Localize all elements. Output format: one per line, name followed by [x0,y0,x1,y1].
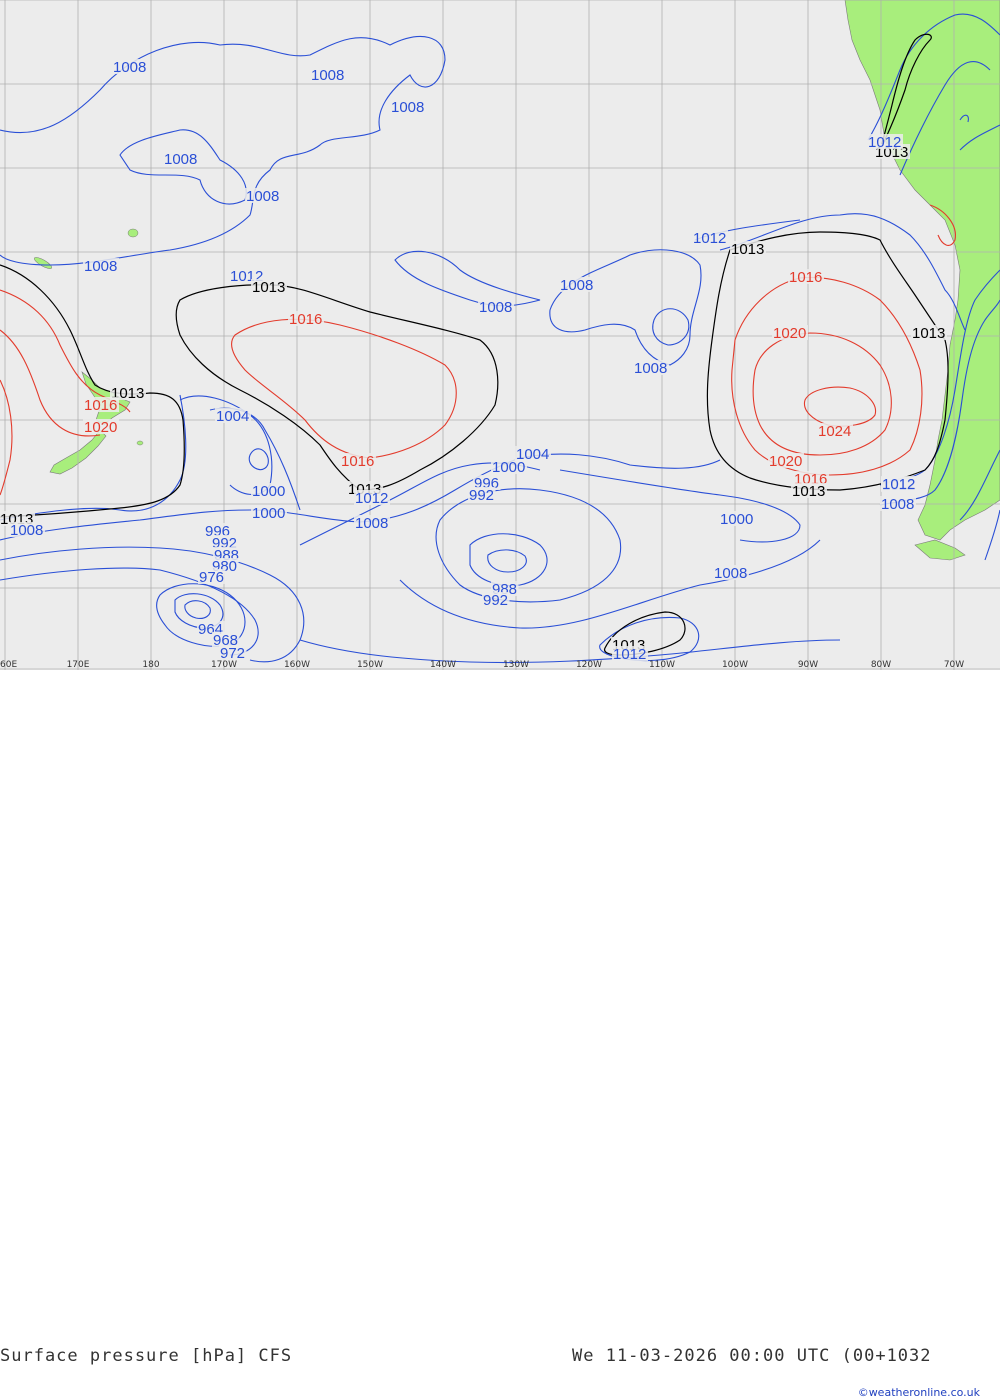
longitude-tick-label: 180 [142,660,159,670]
isobar-label: 1008 [479,299,512,316]
pressure-map: 1008 100810081008100810081012101310161008… [0,0,1000,670]
isobar-label: 992 [469,487,494,504]
isobar-label: 1024 [818,423,851,440]
isobar-label: 1008 [164,151,197,168]
longitude-tick-label: 70W [944,660,964,670]
footer: Surface pressure [hPa] CFS We 11-03-2026… [0,670,1000,1399]
longitude-tick-label: 100W [722,660,748,670]
longitude-tick-label: 90W [798,660,818,670]
isobar-label: 1008 [714,565,747,582]
longitude-tick-label: 170W [211,660,237,670]
isobar-label: 1013 [252,279,285,296]
isobar-label: 1012 [868,134,901,151]
isobar-label: 1012 [355,490,388,507]
isobar-label: 1016 [289,311,322,328]
isobar-label: 1008 [246,188,279,205]
isobar-label: 1020 [773,325,806,342]
longitude-tick-label: 130W [503,660,529,670]
longitude-tick-label: 120W [576,660,602,670]
map-title: Surface pressure [hPa] CFS [0,1346,293,1366]
isobar-label: 1008 [560,277,593,294]
isobar-label: 1016 [341,453,374,470]
isobar-label: 1020 [84,419,117,436]
isobar-label: 1008 [634,360,667,377]
isobar-label: 976 [199,569,224,586]
island-chatham [136,440,144,446]
longitude-tick-label: 80W [871,660,891,670]
isobar-label: 1013 [792,483,825,500]
longitude-tick-label: 140W [430,660,456,670]
isobar-label: 1008 [113,59,146,76]
isobar-label: 1000 [492,459,525,476]
isobar-label: 1013 [912,325,945,342]
isobar-label: 1008 [10,522,43,539]
isobar-label: 1008 [311,67,344,84]
isobar-label: 1016 [84,397,117,414]
longitude-tick-label: 60E [0,660,17,670]
isobar-label: 1000 [720,511,753,528]
isobar-label: 1004 [216,408,249,425]
isobar-label: 1012 [613,646,646,663]
isobar-label: 1008 [355,515,388,532]
longitude-tick-label: 170E [67,660,90,670]
credit-link[interactable]: ©weatheronline.co.uk [858,1386,980,1399]
isobar-label: 1012 [693,230,726,247]
longitude-tick-label: 160W [284,660,310,670]
longitude-tick-label: 150W [357,660,383,670]
isobar-label: 1008 [84,258,117,275]
isobar-label: 1000 [252,483,285,500]
isobar-label: 992 [483,592,508,609]
longitude-tick-label: 110W [649,660,675,670]
isobar-label: 1008 [391,99,424,116]
valid-time: We 11-03-2026 00:00 UTC (00+1032 [572,1346,932,1366]
island-fiji [127,228,139,238]
isobar-label: 1000 [252,505,285,522]
isobar-label: 1013 [731,241,764,258]
isobar-label: 1008 [881,496,914,513]
isobar-label: 1020 [769,453,802,470]
isobar-label: 1016 [789,269,822,286]
isobar-label: 1012 [882,476,915,493]
